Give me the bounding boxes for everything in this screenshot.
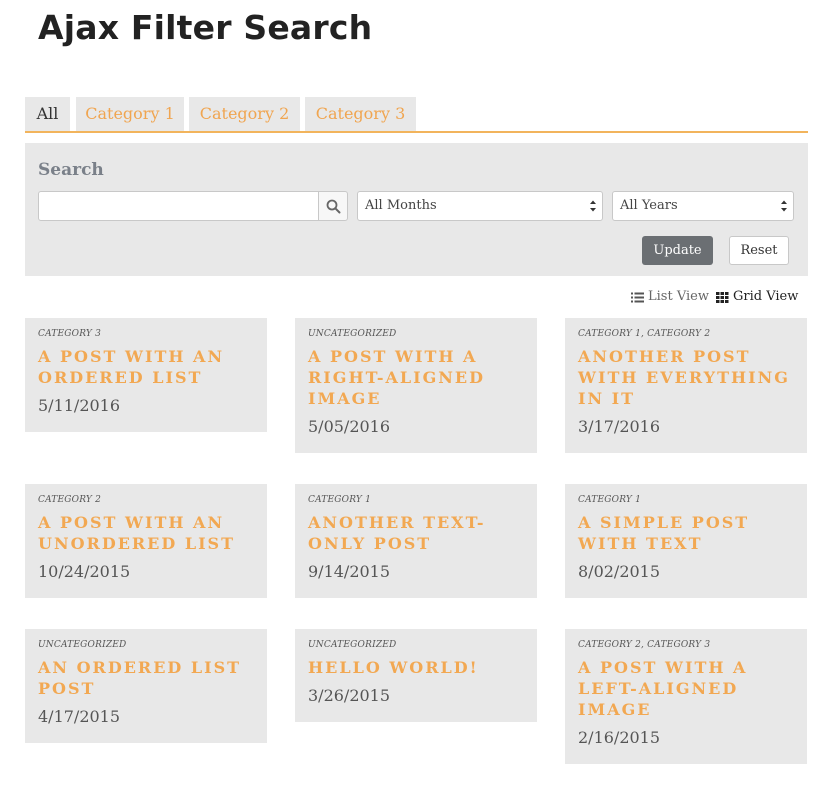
post-card[interactable]: Category 1 A Simple Post With Text 8/02/… bbox=[565, 484, 807, 598]
month-select-value: All Months bbox=[365, 198, 437, 213]
post-date: 5/05/2016 bbox=[308, 417, 391, 436]
post-card[interactable]: Uncategorized An Ordered List Post 4/17/… bbox=[25, 629, 267, 743]
post-category: Category 2 bbox=[38, 495, 102, 505]
post-card[interactable]: Category 2 A Post With An Unordered List… bbox=[25, 484, 267, 598]
post-category: Category 2, Category 3 bbox=[578, 640, 711, 650]
post-date: 4/17/2015 bbox=[38, 707, 121, 726]
post-category: Uncategorized bbox=[308, 329, 397, 339]
search-label: Search bbox=[38, 160, 104, 180]
post-card[interactable]: Category 2, Category 3 A Post With A Lef… bbox=[565, 629, 807, 764]
tab-category-1[interactable]: Category 1 bbox=[76, 97, 184, 131]
post-date: 2/16/2015 bbox=[578, 728, 661, 747]
post-category: Category 1 bbox=[308, 495, 372, 505]
post-title[interactable]: Another Post With Everything In It bbox=[578, 346, 794, 409]
post-date: 9/14/2015 bbox=[308, 562, 391, 581]
post-title[interactable]: An Ordered List Post bbox=[38, 657, 254, 699]
post-card[interactable]: Category 1, Category 2 Another Post With… bbox=[565, 318, 807, 453]
search-icon bbox=[326, 199, 340, 213]
post-card[interactable]: Category 1 Another Text-Only Post 9/14/2… bbox=[295, 484, 537, 598]
select-arrows-icon bbox=[781, 200, 787, 212]
tab-category-3[interactable]: Category 3 bbox=[305, 97, 416, 131]
list-view-toggle[interactable]: List View bbox=[631, 289, 709, 305]
page-title: Ajax Filter Search bbox=[38, 8, 373, 47]
post-date: 10/24/2015 bbox=[38, 562, 131, 581]
post-title[interactable]: A Post With A Left-Aligned Image bbox=[578, 657, 794, 720]
post-category: Uncategorized bbox=[308, 640, 397, 650]
post-title[interactable]: Another Text-Only Post bbox=[308, 512, 524, 554]
post-card[interactable]: Category 3 A Post With An Ordered List 5… bbox=[25, 318, 267, 432]
year-select[interactable]: All Years bbox=[612, 191, 794, 221]
grid-icon bbox=[716, 291, 729, 303]
post-card[interactable]: Uncategorized Hello World! 3/26/2015 bbox=[295, 629, 537, 722]
tab-all[interactable]: All bbox=[25, 97, 70, 131]
post-category: Category 1 bbox=[578, 495, 642, 505]
grid-view-label: Grid View bbox=[733, 289, 799, 304]
post-card[interactable]: Uncategorized A Post With A Right-Aligne… bbox=[295, 318, 537, 453]
search-panel: Search All Months All Years Update Reset bbox=[25, 143, 808, 276]
tab-category-2[interactable]: Category 2 bbox=[189, 97, 300, 131]
post-title[interactable]: A Post With An Ordered List bbox=[38, 346, 254, 388]
search-input[interactable] bbox=[38, 191, 319, 221]
post-category: Category 3 bbox=[38, 329, 102, 339]
post-category: Uncategorized bbox=[38, 640, 127, 650]
post-date: 3/17/2016 bbox=[578, 417, 661, 436]
post-date: 5/11/2016 bbox=[38, 396, 121, 415]
post-title[interactable]: A Post With An Unordered List bbox=[38, 512, 254, 554]
reset-button[interactable]: Reset bbox=[729, 236, 789, 265]
year-select-value: All Years bbox=[620, 198, 678, 213]
post-category: Category 1, Category 2 bbox=[578, 329, 711, 339]
list-view-label: List View bbox=[648, 289, 709, 304]
grid-view-toggle[interactable]: Grid View bbox=[716, 289, 798, 305]
post-date: 8/02/2015 bbox=[578, 562, 661, 581]
list-icon bbox=[631, 292, 644, 302]
post-title[interactable]: A Post With A Right-Aligned Image bbox=[308, 346, 524, 409]
post-title[interactable]: A Simple Post With Text bbox=[578, 512, 794, 554]
category-tabs: All Category 1 Category 2 Category 3 bbox=[25, 97, 808, 133]
month-select[interactable]: All Months bbox=[357, 191, 603, 221]
update-button[interactable]: Update bbox=[642, 236, 713, 265]
post-title[interactable]: Hello World! bbox=[308, 657, 524, 678]
post-date: 3/26/2015 bbox=[308, 686, 391, 705]
select-arrows-icon bbox=[590, 200, 596, 212]
search-button[interactable] bbox=[318, 191, 348, 221]
